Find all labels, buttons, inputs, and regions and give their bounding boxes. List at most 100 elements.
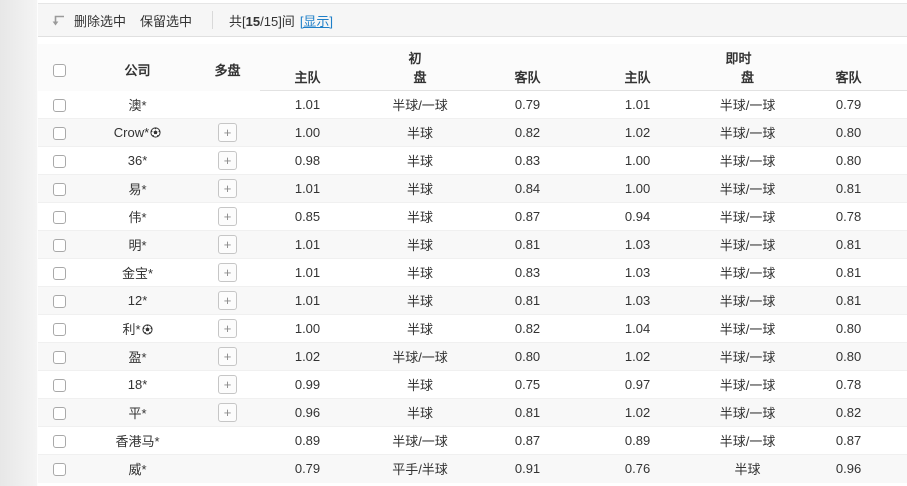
select-all-cell: [38, 44, 80, 91]
initial-handicap-line: 半球/一球: [355, 427, 485, 455]
live-home-odds: 0.89: [570, 427, 705, 455]
count-rest: /15]间: [260, 14, 295, 29]
row-checkbox[interactable]: [53, 155, 66, 168]
bookmaker-row: Crow* + 1.00 半球 0.82 1.02 半球/一球 0.80: [38, 119, 907, 147]
expand-plus-button[interactable]: +: [218, 291, 237, 310]
bookmaker-row: 18* + 0.99 半球 0.75 0.97 半球/一球 0.78: [38, 371, 907, 399]
keep-selected-button[interactable]: 保留选中: [140, 11, 192, 30]
column-header-initial-line: 盘: [355, 67, 485, 91]
row-select-cell: [38, 455, 80, 483]
bookmaker-row: 12* + 1.01 半球 0.81 1.03 半球/一球 0.81: [38, 287, 907, 315]
row-checkbox[interactable]: [53, 183, 66, 196]
company-cell: 威*: [80, 455, 195, 483]
bookmaker-row: 平* + 0.96 半球 0.81 1.02 半球/一球 0.82: [38, 399, 907, 427]
expand-plus-button[interactable]: +: [218, 319, 237, 338]
company-name: 12*: [128, 293, 148, 308]
live-handicap-line: 半球/一球: [705, 147, 790, 175]
initial-away-odds: 0.82: [485, 315, 570, 343]
apply-to-selection-arrow-icon: [50, 12, 66, 28]
initial-handicap-line: 半球/一球: [355, 91, 485, 119]
initial-away-odds: 0.82: [485, 119, 570, 147]
expand-plus-button[interactable]: +: [218, 347, 237, 366]
expand-plus-button[interactable]: +: [218, 263, 237, 282]
live-home-odds: 1.02: [570, 119, 705, 147]
company-cell: 盈*: [80, 343, 195, 371]
live-home-odds: 1.03: [570, 287, 705, 315]
show-link[interactable]: [显示]: [300, 11, 333, 30]
delete-selected-button[interactable]: 删除选中: [74, 11, 126, 30]
company-name: 伟*: [128, 210, 146, 225]
multi-line-cell: +: [195, 315, 260, 343]
row-checkbox[interactable]: [53, 323, 66, 336]
live-away-odds: 0.82: [790, 399, 907, 427]
bookmaker-row: 明* + 1.01 半球 0.81 1.03 半球/一球 0.81: [38, 231, 907, 259]
row-checkbox[interactable]: [53, 127, 66, 140]
company-name: 18*: [128, 377, 148, 392]
initial-away-odds: 0.75: [485, 371, 570, 399]
row-select-cell: [38, 231, 80, 259]
select-all-checkbox[interactable]: [53, 64, 66, 77]
live-away-odds: 0.78: [790, 371, 907, 399]
column-header-live-home: 主队: [570, 67, 705, 91]
row-checkbox[interactable]: [53, 267, 66, 280]
company-cell: 金宝*: [80, 259, 195, 287]
row-select-cell: [38, 203, 80, 231]
company-cell: 明*: [80, 231, 195, 259]
live-home-odds: 1.00: [570, 147, 705, 175]
row-select-cell: [38, 147, 80, 175]
row-checkbox[interactable]: [53, 407, 66, 420]
count-prefix: 共[: [229, 14, 246, 29]
multi-line-cell: +: [195, 259, 260, 287]
bookmaker-row: 36* + 0.98 半球 0.83 1.00 半球/一球 0.80: [38, 147, 907, 175]
row-checkbox[interactable]: [53, 211, 66, 224]
row-select-cell: [38, 371, 80, 399]
expand-plus-button[interactable]: +: [218, 235, 237, 254]
row-checkbox[interactable]: [53, 351, 66, 364]
live-handicap-line: 半球/一球: [705, 427, 790, 455]
bookmaker-count: 共[15/15]间: [229, 11, 295, 30]
column-header-initial-home: 主队: [260, 67, 355, 91]
bookmaker-row: 盈* + 1.02 半球/一球 0.80 1.02 半球/一球 0.80: [38, 343, 907, 371]
company-cell: 澳*: [80, 91, 195, 119]
initial-away-odds: 0.91: [485, 455, 570, 483]
odds-panel: 删除选中 保留选中 共[15/15]间 [显示] 公司 多盘 初 即时 主队 盘: [38, 0, 907, 483]
row-checkbox[interactable]: [53, 295, 66, 308]
expand-plus-button[interactable]: +: [218, 179, 237, 198]
live-handicap-line: 半球/一球: [705, 315, 790, 343]
bookmaker-row: 澳* + 1.01 半球/一球 0.79 1.01 半球/一球 0.79: [38, 91, 907, 119]
row-checkbox[interactable]: [53, 435, 66, 448]
expand-plus-button[interactable]: +: [218, 207, 237, 226]
initial-home-odds: 1.02: [260, 343, 355, 371]
live-home-odds: 0.94: [570, 203, 705, 231]
live-handicap-line: 半球/一球: [705, 343, 790, 371]
row-checkbox[interactable]: [53, 379, 66, 392]
live-home-odds: 1.02: [570, 343, 705, 371]
multi-line-cell: +: [195, 371, 260, 399]
expand-plus-button[interactable]: +: [218, 151, 237, 170]
row-checkbox[interactable]: [53, 99, 66, 112]
live-handicap-line: 半球/一球: [705, 287, 790, 315]
initial-home-odds: 0.99: [260, 371, 355, 399]
company-cell: 18*: [80, 371, 195, 399]
initial-home-odds: 0.89: [260, 427, 355, 455]
live-handicap-line: 半球/一球: [705, 231, 790, 259]
expand-plus-button[interactable]: +: [218, 375, 237, 394]
initial-handicap-line: 半球: [355, 259, 485, 287]
initial-away-odds: 0.79: [485, 91, 570, 119]
row-select-cell: [38, 315, 80, 343]
initial-away-odds: 0.87: [485, 427, 570, 455]
company-name: 香港马*: [115, 434, 159, 449]
live-handicap-line: 半球/一球: [705, 371, 790, 399]
expand-plus-button[interactable]: +: [218, 403, 237, 422]
initial-handicap-line: 半球: [355, 399, 485, 427]
company-name: 36*: [128, 153, 148, 168]
live-handicap-line: 半球: [705, 455, 790, 483]
row-checkbox[interactable]: [53, 239, 66, 252]
expand-plus-button[interactable]: +: [218, 123, 237, 142]
company-cell: 12*: [80, 287, 195, 315]
row-checkbox[interactable]: [53, 463, 66, 476]
initial-home-odds: 1.01: [260, 287, 355, 315]
live-away-odds: 0.81: [790, 175, 907, 203]
company-cell: 平*: [80, 399, 195, 427]
row-select-cell: [38, 119, 80, 147]
